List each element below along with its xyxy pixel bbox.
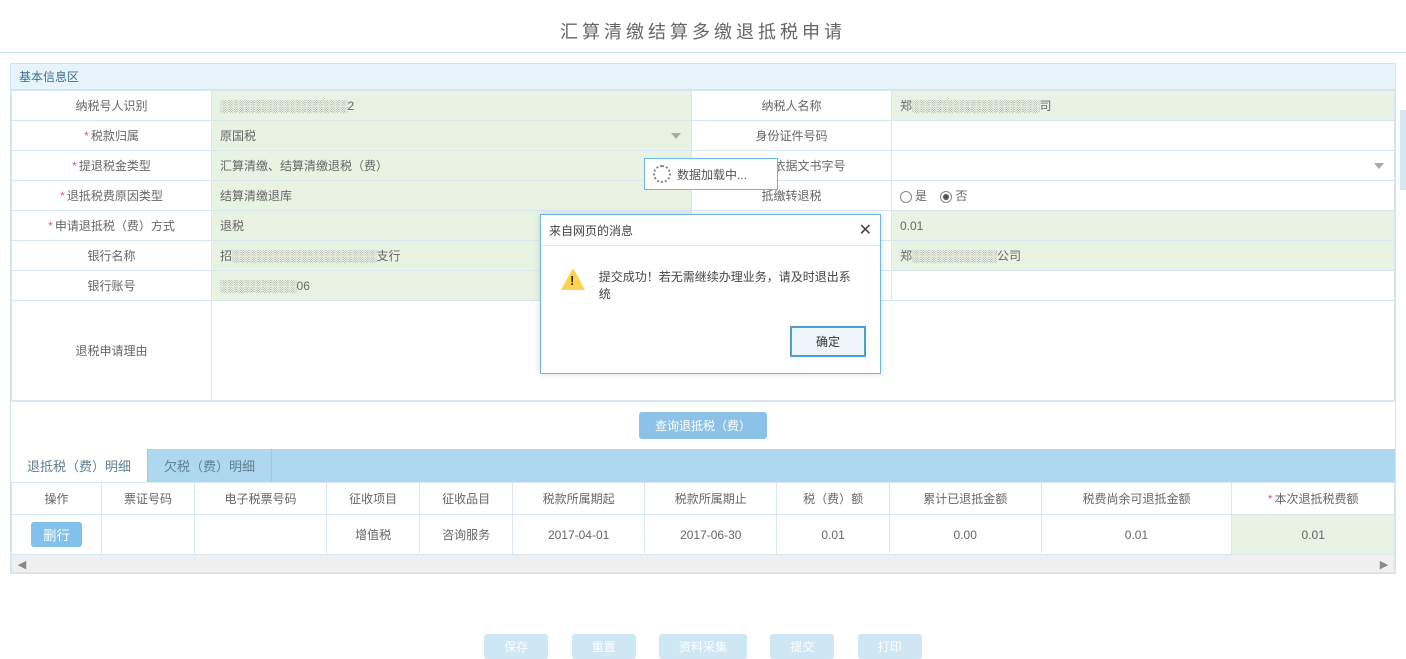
value-apply-amount: 0.01 <box>892 211 1395 241</box>
col-this-refund-text: 本次退抵税费额 <box>1275 492 1359 506</box>
radio-no-label: 否 <box>955 189 967 203</box>
col-this-refund: *本次退抵税费额 <box>1232 483 1395 515</box>
right-edge-panel <box>1400 110 1406 190</box>
col-etax: 电子税票号码 <box>194 483 326 515</box>
col-amount: 税（费）额 <box>777 483 890 515</box>
scroll-left-icon[interactable]: ◀ <box>14 556 30 572</box>
value-apply-method-text: 退税 <box>220 219 244 233</box>
radio-no[interactable] <box>940 191 952 203</box>
loading-text: 数据加载中... <box>677 166 747 183</box>
label-refund-reason: *退抵税费原因类型 <box>12 181 212 211</box>
warning-icon <box>561 268 585 290</box>
col-ticket: 票证号码 <box>102 483 195 515</box>
cell-refunded: 0.00 <box>889 515 1041 555</box>
horizontal-scrollbar[interactable]: ◀ ▶ <box>11 555 1395 573</box>
tabs-bar: 退抵税（费）明细 欠税（费）明细 <box>11 449 1395 482</box>
confirm-modal: 来自网页的消息 ✕ 提交成功！若无需继续办理业务，请及时退出系统 确定 <box>540 214 881 374</box>
value-taxpayer-id: ░░░░░░░░░░░░░░░2 <box>212 91 692 121</box>
tab-owe-detail[interactable]: 欠税（费）明细 <box>148 449 272 482</box>
scroll-right-icon[interactable]: ▶ <box>1376 556 1392 572</box>
value-account-name: 郑░░░░░░░░░░公司 <box>892 241 1395 271</box>
value-idcard[interactable] <box>892 121 1395 151</box>
col-item: 征收项目 <box>327 483 420 515</box>
col-remain: 税费尚余可退抵金额 <box>1041 483 1232 515</box>
section-header: 基本信息区 <box>11 64 1395 90</box>
query-row: 查询退抵税（费） <box>11 401 1395 449</box>
modal-message: 提交成功！若无需继续办理业务，请及时退出系统 <box>599 268 860 302</box>
label-apply-method-text: 申请退抵税（费）方式 <box>55 219 175 233</box>
ok-button[interactable]: 确定 <box>790 326 866 357</box>
label-taxpayer-name: 纳税人名称 <box>692 91 892 121</box>
cell-amount: 0.01 <box>777 515 890 555</box>
reset-button[interactable]: 重置 <box>572 634 636 659</box>
value-refund-reason[interactable]: 结算清缴退库 <box>212 181 692 211</box>
cell-remain: 0.01 <box>1041 515 1232 555</box>
detail-row: 删行 增值税 咨询服务 2017-04-01 2017-06-30 0.01 0… <box>12 515 1395 555</box>
cell-period-from: 2017-04-01 <box>513 515 645 555</box>
cell-item: 增值税 <box>327 515 420 555</box>
detail-header-row: 操作 票证号码 电子税票号码 征收项目 征收品目 税款所属期起 税款所属期止 税… <box>12 483 1395 515</box>
cell-op: 删行 <box>12 515 102 555</box>
page-title: 汇算清缴结算多缴退抵税申请 <box>0 0 1406 53</box>
cell-this-refund[interactable]: 0.01 <box>1232 515 1395 555</box>
query-button[interactable]: 查询退抵税（费） <box>639 412 767 439</box>
label-refund-type-text: 提退税金类型 <box>79 159 151 173</box>
cell-ticket <box>102 515 195 555</box>
col-subitem: 征收品目 <box>420 483 513 515</box>
value-refund-type[interactable]: 汇算清缴、结算清缴退税（费） <box>212 151 692 181</box>
label-taxpayer-id: 纳税号人识别 <box>12 91 212 121</box>
col-refunded: 累计已退抵金额 <box>889 483 1041 515</box>
col-period-from: 税款所属期起 <box>513 483 645 515</box>
tab-refund-detail[interactable]: 退抵税（费）明细 <box>11 449 148 482</box>
label-tax-org: *税款归属 <box>12 121 212 151</box>
col-period-to: 税款所属期止 <box>645 483 777 515</box>
value-taxpayer-name: 郑░░░░░░░░░░░░░░░司 <box>892 91 1395 121</box>
cell-subitem: 咨询服务 <box>420 515 513 555</box>
label-apply-method: *申请退抵税（费）方式 <box>12 211 212 241</box>
chevron-down-icon <box>1374 163 1384 169</box>
modal-title: 来自网页的消息 <box>549 222 633 239</box>
label-refund-type: *提退税金类型 <box>12 151 212 181</box>
modal-header: 来自网页的消息 ✕ <box>541 215 880 246</box>
detail-table: 操作 票证号码 电子税票号码 征收项目 征收品目 税款所属期起 税款所属期止 税… <box>11 482 1395 555</box>
col-op: 操作 <box>12 483 102 515</box>
cell-etax <box>194 515 326 555</box>
close-icon[interactable]: ✕ <box>859 220 872 240</box>
radio-yes-label: 是 <box>915 189 927 203</box>
label-bank-name: 银行名称 <box>12 241 212 271</box>
modal-footer: 确定 <box>541 316 880 373</box>
radio-yes[interactable] <box>900 191 912 203</box>
collect-button[interactable]: 资料采集 <box>659 634 747 659</box>
label-bank-acct: 银行账号 <box>12 271 212 301</box>
label-idcard: 身份证件号码 <box>692 121 892 151</box>
value-offset: 是 否 <box>892 181 1395 211</box>
submit-button[interactable]: 提交 <box>770 634 834 659</box>
empty-value-1 <box>892 271 1395 301</box>
bottom-buttons: 保存 重置 资料采集 提交 打印 <box>0 634 1406 659</box>
chevron-down-icon <box>671 133 681 139</box>
delete-row-button[interactable]: 删行 <box>31 522 82 547</box>
label-tax-org-text: 税款归属 <box>91 129 139 143</box>
select-doc-no[interactable] <box>892 151 1395 181</box>
spinner-icon <box>653 165 671 183</box>
cell-period-to: 2017-06-30 <box>645 515 777 555</box>
select-tax-org[interactable]: 原国税 <box>212 121 692 151</box>
modal-body: 提交成功！若无需继续办理业务，请及时退出系统 <box>541 246 880 316</box>
print-button[interactable]: 打印 <box>858 634 922 659</box>
loading-toast: 数据加载中... <box>644 158 778 190</box>
label-refund-reason-text: 退抵税费原因类型 <box>67 189 163 203</box>
save-button[interactable]: 保存 <box>484 634 548 659</box>
value-tax-org-text: 原国税 <box>220 129 256 143</box>
label-reason: 退税申请理由 <box>12 301 212 401</box>
